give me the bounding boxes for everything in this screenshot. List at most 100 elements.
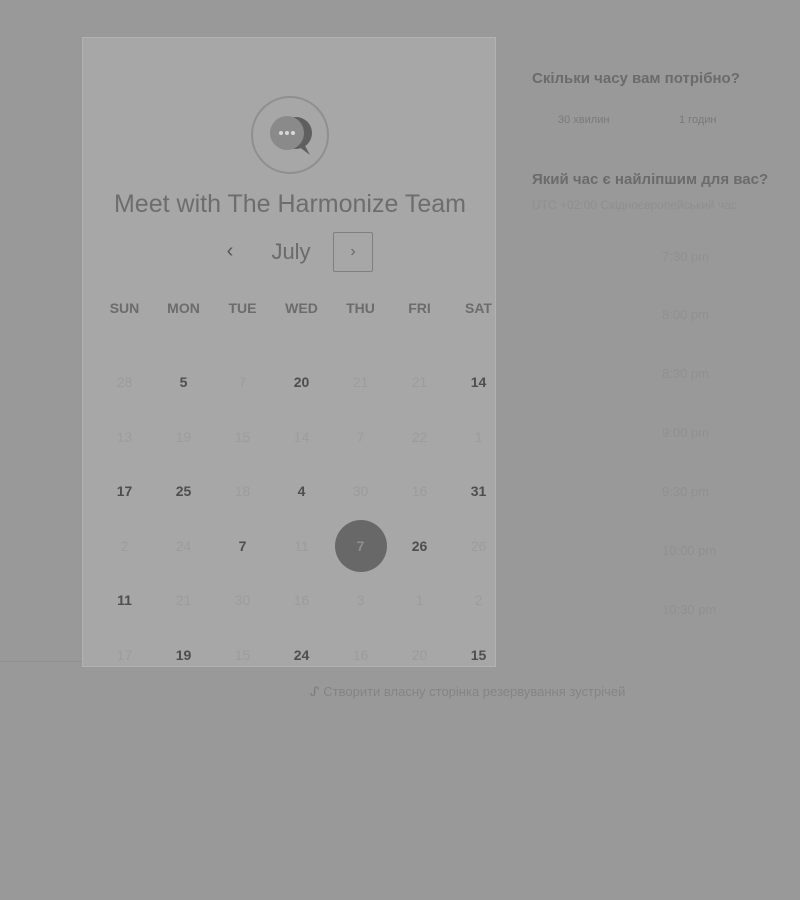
- calendar-day-number: 20: [411, 646, 428, 663]
- calendar-day[interactable]: 7: [213, 521, 272, 571]
- options-panel: Скільки часу вам потрібно? 30 хвилин 1 г…: [532, 0, 800, 900]
- calendar-day: 14: [272, 412, 331, 462]
- next-month-button[interactable]: ›: [333, 232, 373, 272]
- calendar-day: 15: [213, 630, 272, 680]
- calendar-day[interactable]: 17: [95, 466, 154, 516]
- calendar-day: 3: [331, 575, 390, 625]
- time-slot[interactable]: 9:00 pm: [662, 425, 732, 440]
- calendar-day[interactable]: 25: [154, 466, 213, 516]
- time-slot[interactable]: 10:00 pm: [662, 543, 732, 558]
- calendar-day[interactable]: 26: [390, 521, 449, 571]
- calendar-day: 1: [390, 575, 449, 625]
- calendar-day-number: 26: [470, 537, 487, 554]
- calendar-day-number: 1: [415, 592, 424, 608]
- calendar-day[interactable]: 20: [272, 357, 331, 407]
- calendar-day-number: 24: [293, 646, 310, 663]
- calendar-day-number: 26: [411, 537, 428, 554]
- time-slot[interactable]: 10:30 pm: [662, 602, 732, 617]
- calendar-day: 20: [390, 630, 449, 680]
- calendar-day-number: 21: [352, 374, 369, 390]
- weekday-mon: MON: [167, 300, 200, 316]
- calendar-day: 13: [95, 412, 154, 462]
- prev-month-button[interactable]: ‹: [215, 236, 245, 266]
- calendar-day: 30: [213, 575, 272, 625]
- calendar-day[interactable]: 24: [272, 630, 331, 680]
- calendar-day: 11: [272, 521, 331, 571]
- calendar-day: 21: [331, 357, 390, 407]
- divider: [0, 661, 82, 662]
- calendar-day-number: 17: [116, 483, 133, 499]
- weekday-fri: FRI: [408, 300, 431, 316]
- calendar-day-number: 17: [116, 646, 133, 663]
- time-slot[interactable]: 7:30 pm: [662, 249, 732, 264]
- time-slot[interactable]: 8:30 pm: [662, 366, 732, 381]
- duration-option-1hour[interactable]: 1 годин: [679, 114, 716, 126]
- create-booking-page-link[interactable]: ᔑ Створити власну сторінка резервування з…: [310, 684, 625, 700]
- calendar-day-number: 11: [294, 537, 309, 554]
- calendar-day-number: 15: [234, 428, 251, 445]
- calendar-day-number: 3: [356, 592, 365, 608]
- calendar-day-number: 7: [238, 537, 247, 554]
- calendar-week: 13 19 15 14 7 22 1: [95, 412, 508, 462]
- calendar-day-selected[interactable]: 7: [331, 519, 390, 572]
- calendar-day: 21: [154, 575, 213, 625]
- calendar-day-number: 16: [411, 483, 428, 499]
- meeting-title: Meet with The Harmonize Team: [113, 190, 466, 218]
- calendar-day[interactable]: 5: [154, 357, 213, 407]
- calendar-day-number: 5: [179, 374, 188, 390]
- calendar-day: 15: [213, 412, 272, 462]
- calendar-day-number: 7: [356, 428, 365, 445]
- weekday-sat: SAT: [465, 300, 492, 316]
- calendar-week: 17 25 18 4 30 16 31: [95, 466, 508, 516]
- calendar-day: 30: [331, 466, 390, 516]
- duration-option-30min[interactable]: 30 хвилин: [558, 114, 609, 126]
- calendar-day[interactable]: 4: [272, 466, 331, 516]
- calendar-day: 2: [449, 575, 508, 625]
- calendar-day-number: 19: [175, 428, 192, 445]
- calendar-day[interactable]: 14: [449, 357, 508, 407]
- calendar-day: 7: [213, 357, 272, 407]
- hubspot-sprocket-icon: ᔑ: [310, 684, 320, 699]
- calendar-day-number: 4: [297, 483, 306, 499]
- calendar-day-number: 21: [175, 592, 192, 608]
- calendar-day[interactable]: 19: [154, 630, 213, 680]
- duration-question: Скільки часу вам потрібно?: [532, 70, 740, 87]
- calendar-day-number: 30: [352, 483, 369, 499]
- calendar-day-number: 19: [175, 646, 192, 663]
- calendar-day-number: 21: [411, 374, 428, 390]
- chat-bubbles-icon: [251, 96, 329, 174]
- weekday-tue: TUE: [228, 300, 257, 316]
- calendar-week: 2 24 7 11 7 26 26: [95, 519, 508, 572]
- calendar-day[interactable]: 11: [95, 575, 154, 625]
- calendar-day: 19: [154, 412, 213, 462]
- calendar-day-number: 7: [334, 519, 387, 572]
- calendar-day-number: 20: [293, 374, 310, 390]
- weekday-header: SUN MON TUE WED THU FRI SAT: [95, 300, 508, 316]
- time-slot[interactable]: 8:00 pm: [662, 307, 732, 322]
- calendar-day: 16: [331, 630, 390, 680]
- calendar-day: 26: [449, 521, 508, 571]
- weekday-sun: SUN: [109, 300, 140, 316]
- calendar-day[interactable]: 31: [449, 466, 508, 516]
- calendar-day-number: 16: [293, 592, 310, 608]
- calendar-day-number: 25: [175, 483, 192, 499]
- calendar-day-number: 22: [411, 428, 428, 445]
- calendar-day-number: 16: [352, 646, 369, 663]
- time-question: Який час є найліпшим для вас?: [532, 171, 769, 188]
- calendar-day: 17: [95, 630, 154, 680]
- weekday-thu: THU: [346, 300, 375, 316]
- booking-page: Meet with The Harmonize Team ‹ July › SU…: [0, 0, 800, 900]
- calendar-day-number: 24: [175, 537, 192, 554]
- calendar-day[interactable]: 15: [449, 630, 508, 680]
- calendar-day-number: 2: [120, 537, 129, 554]
- calendar-day: 16: [272, 575, 331, 625]
- calendar-day: 21: [390, 357, 449, 407]
- time-slot[interactable]: 9:30 pm: [662, 484, 732, 499]
- timezone-selector[interactable]: UTC +02:00 Східноєвропейський час: [532, 198, 737, 212]
- calendar-day-number: 14: [470, 374, 487, 390]
- weekday-wed: WED: [285, 300, 318, 316]
- calendar-day-number: 2: [474, 592, 483, 608]
- calendar-day: 24: [154, 521, 213, 571]
- calendar-day-number: 14: [293, 428, 310, 445]
- calendar-day-number: 15: [470, 646, 487, 663]
